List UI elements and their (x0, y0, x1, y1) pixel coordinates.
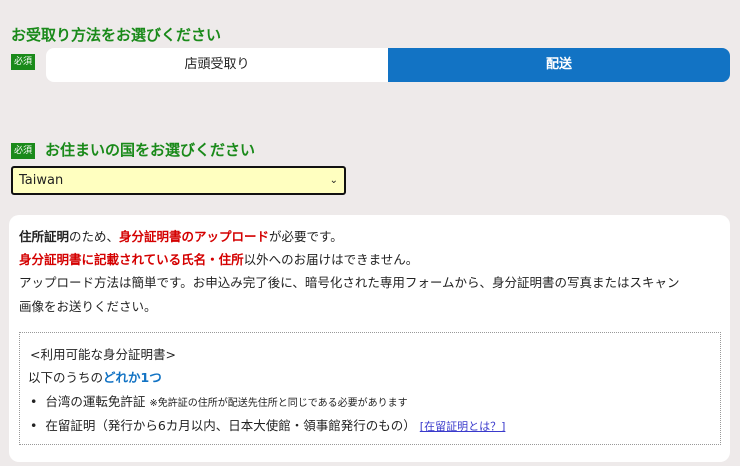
residence-cert-link[interactable]: [在留証明とは？] (420, 420, 506, 433)
country-title: お住まいの国をお選びください (45, 141, 256, 159)
option-delivery[interactable]: 配送 (388, 48, 730, 82)
option-store-pickup[interactable]: 店頭受取り (46, 48, 388, 82)
notice-line-3: アップロード方法は簡単です。お申込み完了後に、暗号化された専用フォームから、身分… (19, 275, 680, 290)
notice-line-4: 画像をお送りください。 (19, 299, 157, 314)
notice-line-1: 住所証明のため、身分証明書のアップロードが必要です。 (19, 229, 343, 244)
id-heading: <利用可能な身分証明書> (30, 347, 176, 362)
id-subheading: 以下のうちのどれか1つ (28, 370, 162, 385)
country-value: Taiwan (19, 173, 64, 188)
receive-method-title: お受取り方法をお選びください (11, 26, 222, 44)
chevron-down-icon: ⌄ (329, 175, 338, 186)
list-item: • 在留証明（発行から6カ月以内、日本大使館・領事館発行のもの） [在留証明とは… (30, 418, 506, 433)
notice-line-2: 身分証明書に記載されている氏名・住所以外へのお届けはできません。 (19, 252, 419, 267)
country-select[interactable]: Taiwan ⌄ (11, 166, 346, 195)
required-badge: 必須 (11, 54, 36, 70)
required-badge: 必須 (11, 143, 36, 159)
list-item: • 台湾の運転免許証 ※免許証の住所が配送先住所と同じである必要があります (30, 394, 408, 409)
